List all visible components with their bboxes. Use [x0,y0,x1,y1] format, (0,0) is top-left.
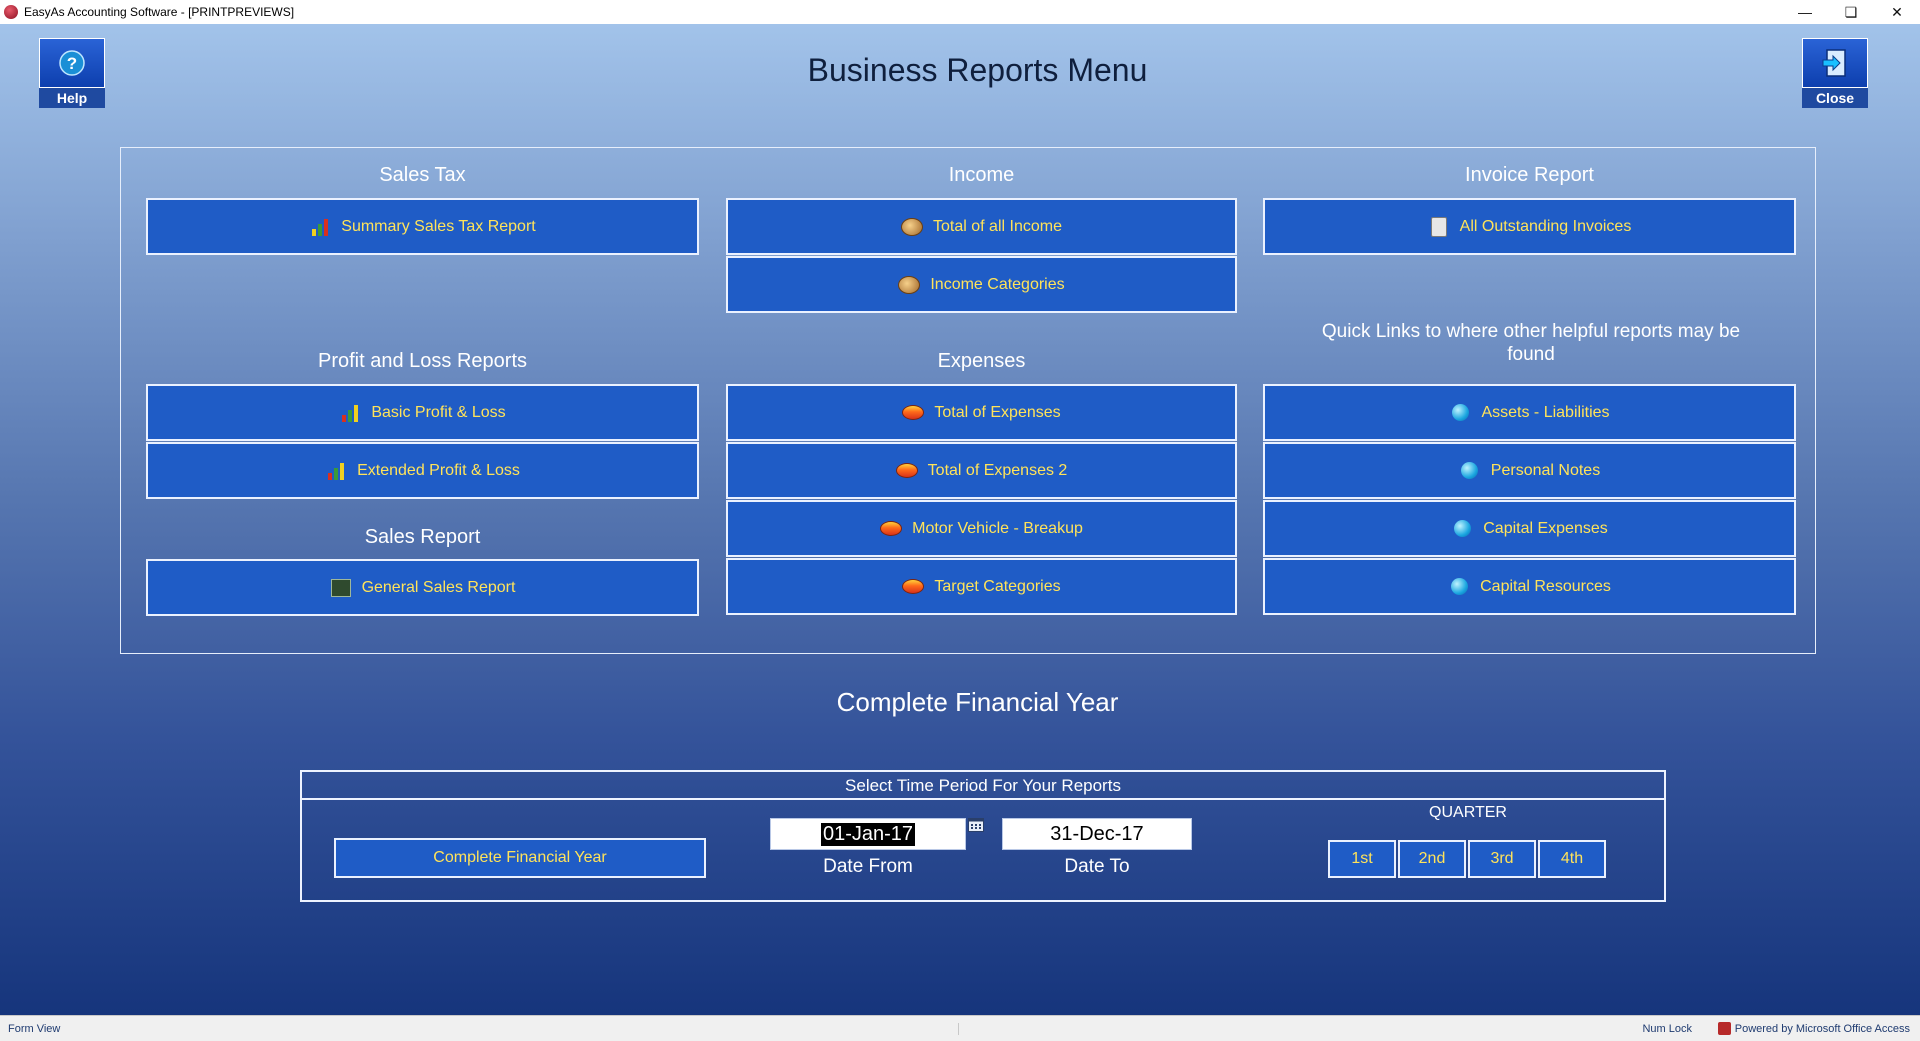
target-categories-button[interactable]: Target Categories [726,558,1237,615]
date-from-value: 01-Jan-17 [820,822,916,846]
globe-icon [1453,520,1471,537]
reports-panel: Sales Tax Summary Sales Tax Report Incom… [120,147,1816,654]
globe-icon [1451,404,1469,421]
personal-notes-button[interactable]: Personal Notes [1263,442,1796,499]
app-icon [4,5,18,19]
globe-icon [1450,578,1468,595]
total-of-all-income-button[interactable]: Total of all Income [726,198,1237,255]
status-view-mode: Form View [8,1022,959,1035]
close-button[interactable]: Close [1802,38,1868,108]
date-from-label: Date From [823,856,913,877]
date-to-field[interactable]: 31-Dec-17 [1002,818,1192,850]
section-title-sales-report: Sales Report [364,526,481,548]
reports-form: ? Help Business Reports Menu Close Sales… [0,24,1920,1015]
section-title-income: Income [948,164,1015,186]
quarter-3rd-button[interactable]: 3rd [1468,840,1536,878]
document-icon [1430,216,1447,237]
complete-financial-year-button[interactable]: Complete Financial Year [334,838,706,878]
page-title: Business Reports Menu [807,52,1148,88]
bar-chart-icon [328,462,345,480]
date-to-value: 31-Dec-17 [1050,822,1144,845]
basic-profit-loss-button[interactable]: Basic Profit & Loss [146,384,699,441]
pie-chart-icon [902,579,925,594]
status-powered-by: Powered by Microsoft Office Access [1734,1022,1910,1035]
exit-door-icon [1822,49,1846,77]
pie-chart-icon [880,521,903,536]
section-title-profit-loss: Profit and Loss Reports [318,350,527,372]
extended-profit-loss-button[interactable]: Extended Profit & Loss [146,442,699,499]
access-logo-icon [1717,1022,1731,1035]
section-title-sales-tax: Sales Tax [379,164,466,186]
period-heading: Complete Financial Year [836,687,1119,717]
time-period-box: Select Time Period For Your Reports Comp… [300,770,1666,902]
section-title-invoice: Invoice Report [1465,164,1594,186]
quarter-label: QUARTER [1429,804,1507,821]
quarter-4th-button[interactable]: 4th [1538,840,1606,878]
window-title: EasyAs Accounting Software - [PRINTPREVI… [24,5,295,19]
general-sales-report-button[interactable]: General Sales Report [146,559,699,616]
bar-chart-icon [312,218,329,236]
sales-ledger-icon [330,578,351,597]
close-label: Close [1802,88,1868,108]
all-outstanding-invoices-button[interactable]: All Outstanding Invoices [1263,198,1796,255]
globe-icon [1461,462,1479,479]
time-period-title: Select Time Period For Your Reports [302,772,1664,800]
quarter-2nd-button[interactable]: 2nd [1398,840,1466,878]
help-label: Help [39,88,105,108]
bar-chart-icon [342,404,359,422]
status-num-lock: Num Lock [1642,1022,1692,1035]
section-title-quick-links: Quick Links to where other helpful repor… [1321,321,1741,365]
calendar-icon[interactable] [968,818,984,832]
quarter-1st-button[interactable]: 1st [1328,840,1396,878]
total-of-expenses-button[interactable]: Total of Expenses [726,384,1237,441]
coins-icon [898,275,921,294]
status-bar: Form View Num Lock Powered by Microsoft … [0,1015,1920,1041]
restore-icon[interactable]: ❏ [1828,0,1874,24]
total-of-expenses-2-button[interactable]: Total of Expenses 2 [726,442,1237,499]
section-title-expenses: Expenses [937,350,1026,372]
pie-chart-icon [902,405,925,420]
motor-vehicle-breakup-button[interactable]: Motor Vehicle - Breakup [726,500,1237,557]
close-window-icon[interactable]: ✕ [1874,0,1920,24]
coins-icon [901,217,924,236]
window-titlebar: EasyAs Accounting Software - [PRINTPREVI… [0,0,1920,24]
pie-chart-icon [895,463,918,478]
capital-expenses-button[interactable]: Capital Expenses [1263,500,1796,557]
window-controls: — ❏ ✕ [1782,0,1920,24]
date-to-label: Date To [1064,856,1130,877]
capital-resources-button[interactable]: Capital Resources [1263,558,1796,615]
assets-liabilities-button[interactable]: Assets - Liabilities [1263,384,1796,441]
minimize-icon[interactable]: — [1782,0,1828,24]
income-categories-button[interactable]: Income Categories [726,256,1237,313]
date-from-field[interactable]: 01-Jan-17 [770,818,966,850]
summary-sales-tax-report-button[interactable]: Summary Sales Tax Report [146,198,699,255]
